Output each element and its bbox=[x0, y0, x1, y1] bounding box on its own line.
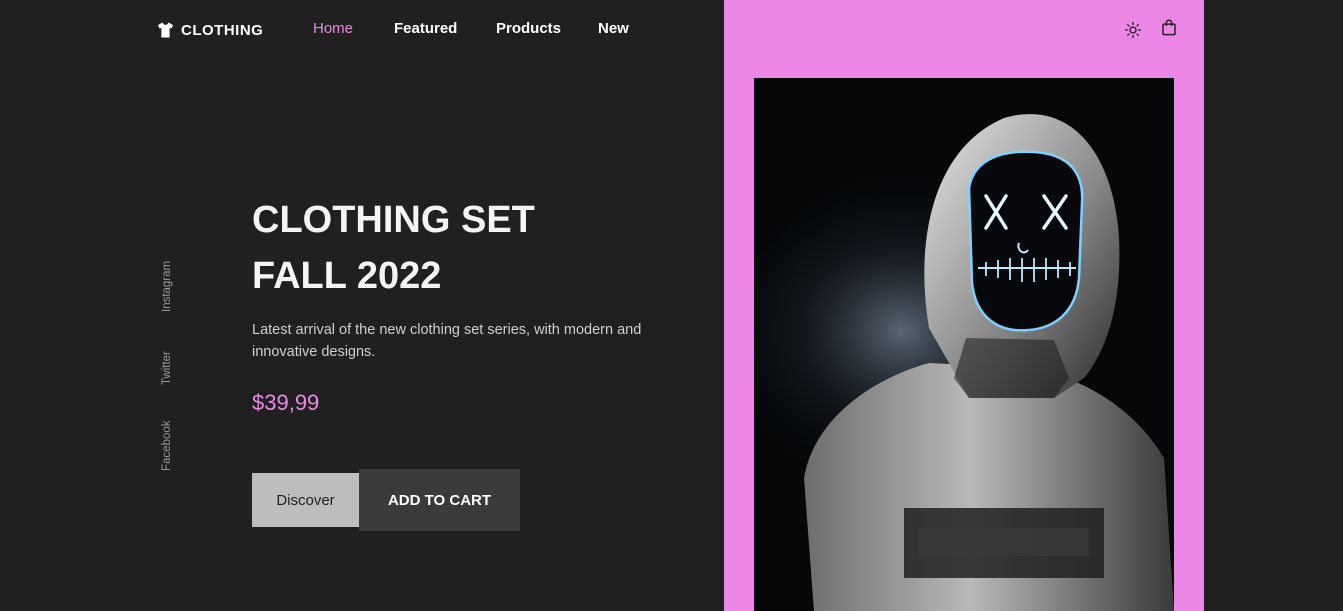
nav-products[interactable]: Products bbox=[496, 20, 561, 37]
nav-featured[interactable]: Featured bbox=[394, 20, 457, 37]
hero-title-line1: CLOTHING SET bbox=[252, 199, 535, 241]
sun-icon[interactable] bbox=[1124, 21, 1142, 39]
hero-description: Latest arrival of the new clothing set s… bbox=[252, 322, 642, 360]
brand-logo[interactable]: CLOTHING bbox=[156, 19, 263, 41]
product-image bbox=[754, 78, 1174, 611]
hero-title-line2: FALL 2022 bbox=[252, 255, 442, 297]
discover-button[interactable]: Discover bbox=[252, 473, 359, 527]
social-links: Instagram Twitter Facebook bbox=[161, 240, 175, 480]
product-price: $39,99 bbox=[252, 390, 320, 415]
add-to-cart-button[interactable]: ADD TO CART bbox=[359, 469, 520, 531]
hero-title: CLOTHING SET FALL 2022 bbox=[252, 192, 535, 304]
nav-new[interactable]: New bbox=[598, 20, 629, 37]
social-instagram[interactable]: Instagram bbox=[161, 261, 173, 312]
social-facebook[interactable]: Facebook bbox=[161, 420, 173, 471]
nav-home[interactable]: Home bbox=[313, 20, 353, 37]
shopping-bag-icon[interactable] bbox=[1160, 18, 1178, 37]
social-twitter[interactable]: Twitter bbox=[161, 351, 173, 385]
tshirt-icon bbox=[158, 22, 173, 38]
brand-name: CLOTHING bbox=[181, 21, 264, 39]
